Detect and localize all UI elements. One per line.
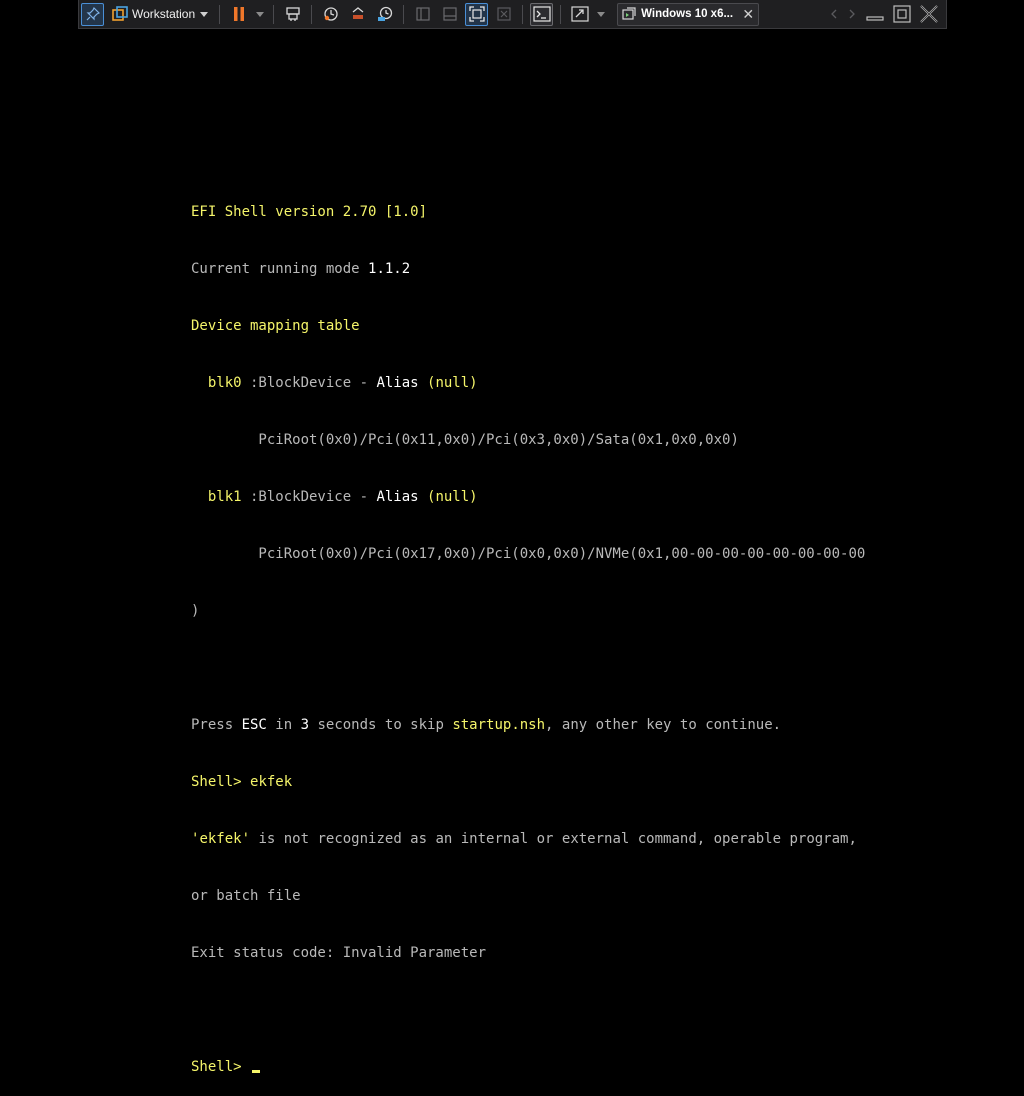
entered-command: ekfek xyxy=(250,774,293,790)
running-mode-line: Current running mode 1.1.2 xyxy=(191,261,411,277)
device-entry-blk1: blk1 :BlockDevice - Alias (null) xyxy=(191,489,478,505)
restore-icon xyxy=(892,5,911,23)
thumbnail-bar-icon xyxy=(443,7,457,21)
send-keys-icon xyxy=(285,7,300,21)
show-thumbnail-bar-button[interactable] xyxy=(438,3,461,26)
pin-toolbar-button[interactable] xyxy=(81,2,104,26)
minimize-icon xyxy=(865,16,884,21)
chevron-down-icon xyxy=(256,11,265,17)
command-input-line[interactable]: Shell> xyxy=(191,1058,865,1077)
chevron-down-icon xyxy=(597,11,606,17)
stretch-icon xyxy=(571,6,589,22)
workstation-menu-button[interactable]: Workstation xyxy=(108,3,212,26)
startup-countdown-line: Press ESC in 3 seconds to skip startup.n… xyxy=(191,717,782,733)
shell-prompt: Shell> xyxy=(191,774,251,790)
terminal-icon xyxy=(533,6,551,22)
pause-icon xyxy=(233,7,244,21)
vm-tab-windows-10[interactable]: Windows 10 x6... ✕ xyxy=(617,2,760,26)
workstation-label: Workstation xyxy=(132,7,196,21)
full-screen-button[interactable] xyxy=(465,2,489,26)
snapshot-manager-icon xyxy=(377,6,392,21)
unity-button[interactable] xyxy=(492,3,515,26)
close-icon[interactable]: ✕ xyxy=(742,7,754,21)
snapshot-manager-button[interactable] xyxy=(373,3,396,26)
device-name: blk1 xyxy=(191,489,242,505)
workstation-logo-icon xyxy=(112,6,128,21)
chevron-right-icon xyxy=(849,9,855,19)
vm-tab-label: Windows 10 x6... xyxy=(641,8,734,20)
text-cursor xyxy=(252,1070,261,1073)
previous-tab-button[interactable] xyxy=(827,3,841,26)
shell-version-line: EFI Shell version 2.70 [1.0] xyxy=(191,204,428,220)
device-path-blk0: PciRoot(0x0)/Pci(0x11,0x0)/Pci(0x3,0x0)/… xyxy=(191,432,739,448)
exit-fullscreen-button[interactable] xyxy=(917,3,940,26)
mapping-table-end: ) xyxy=(191,603,200,619)
vm-icon xyxy=(622,7,636,20)
revert-snapshot-icon xyxy=(352,7,364,19)
error-message-line: 'ekfek' is not recognized as an internal… xyxy=(191,831,857,847)
library-panel-icon xyxy=(416,7,430,21)
power-options-dropdown[interactable] xyxy=(254,3,266,26)
device-mapping-heading: Device mapping table xyxy=(191,318,360,334)
console-view-button[interactable] xyxy=(530,2,554,26)
toolbar-divider xyxy=(219,4,221,24)
window-controls xyxy=(825,3,946,26)
efi-shell-console[interactable]: EFI Shell version 2.70 [1.0] Current run… xyxy=(191,165,865,1096)
toolbar-divider xyxy=(522,4,524,24)
revert-snapshot-button[interactable] xyxy=(346,3,369,26)
take-snapshot-button[interactable] xyxy=(319,3,342,26)
chevron-down-icon xyxy=(200,11,209,17)
shell-prompt: Shell> xyxy=(191,1059,251,1075)
pause-button[interactable] xyxy=(227,3,250,26)
vmware-fullscreen-toolbar: Workstation Windows 10 x6... ✕ xyxy=(78,0,947,29)
full-screen-icon xyxy=(468,6,485,22)
error-message-continued: or batch file xyxy=(191,888,301,904)
device-name: blk0 xyxy=(191,375,242,391)
close-icon xyxy=(919,5,938,23)
restore-button[interactable] xyxy=(890,3,913,26)
entered-command-line: Shell> ekfek xyxy=(191,773,865,792)
next-tab-button[interactable] xyxy=(845,3,859,26)
toolbar-divider xyxy=(560,4,562,24)
toolbar-divider xyxy=(273,4,275,24)
device-path-blk1: PciRoot(0x0)/Pci(0x17,0x0)/Pci(0x0,0x0)/… xyxy=(191,546,866,562)
device-entry-blk0: blk0 :BlockDevice - Alias (null) xyxy=(191,375,478,391)
toolbar-divider xyxy=(403,4,405,24)
stretch-guest-button[interactable] xyxy=(568,3,591,26)
unity-icon xyxy=(497,7,511,21)
pin-icon xyxy=(86,7,100,21)
minimize-button[interactable] xyxy=(863,3,886,26)
stretch-options-dropdown[interactable] xyxy=(595,3,607,26)
send-ctrl-alt-del-button[interactable] xyxy=(281,3,304,26)
exit-status-line: Exit status code: Invalid Parameter xyxy=(191,945,487,961)
chevron-left-icon xyxy=(831,9,837,19)
snapshot-clock-icon xyxy=(323,7,338,21)
toolbar-divider xyxy=(311,4,313,24)
show-library-button[interactable] xyxy=(411,3,434,26)
